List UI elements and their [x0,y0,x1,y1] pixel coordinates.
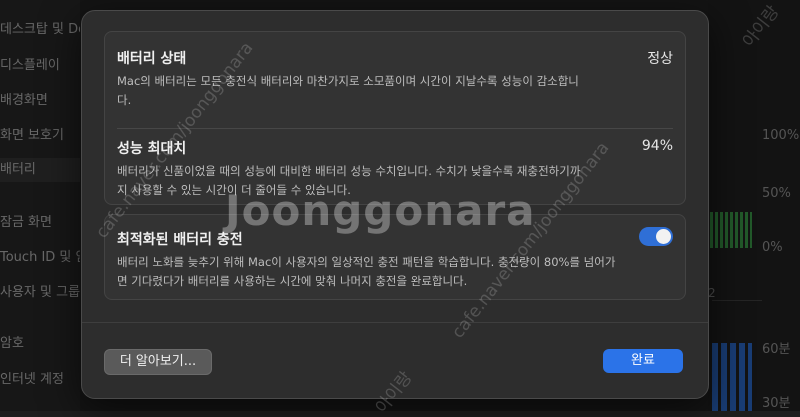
max-capacity-value: 94% [641,138,673,154]
group-separator [117,128,673,129]
done-button[interactable]: 완료 [603,349,683,373]
battery-status-description: Mac의 배터리는 모든 충전식 배터리와 마찬가지로 소모품이며 시간이 지날… [117,74,579,107]
battery-status-title: 배터리 상태 [117,51,187,67]
watermark-logo: Joonggonara [225,186,536,235]
optimized-charging-toggle[interactable] [639,227,673,246]
learn-more-button[interactable]: 더 알아보기... [104,349,212,375]
footer-separator [82,322,708,323]
optimized-charging-row: 최적화된 배터리 충전 배터리 노화를 늦추기 위해 Mac이 사용자의 일상적… [117,227,673,293]
toggle-knob [656,229,671,244]
battery-status-value: 정상 [647,51,673,67]
optimized-charging-title: 최적화된 배터리 충전 [117,232,243,248]
optimized-charging-description: 배터리 노화를 늦추기 위해 Mac이 사용자의 일상적인 충전 패턴을 학습합… [117,255,616,288]
